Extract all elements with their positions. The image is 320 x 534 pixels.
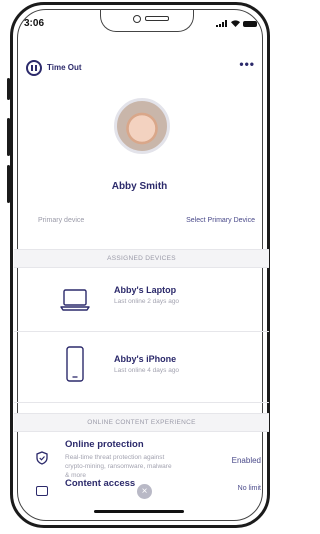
signal-icon <box>216 20 228 27</box>
status-time: 3:06 <box>24 18 45 29</box>
time-out-button[interactable]: Time Out <box>47 63 82 72</box>
status-icons <box>216 20 257 27</box>
primary-device-row: Primary device Select Primary Device <box>38 217 255 224</box>
shield-icon <box>36 451 48 465</box>
avatar <box>114 98 170 154</box>
online-protection-title: Online protection <box>65 439 144 450</box>
device-row-iphone[interactable]: Abby's iPhone Last online 4 days ago <box>14 332 269 403</box>
content-icon <box>36 486 48 496</box>
home-indicator[interactable] <box>94 510 184 513</box>
profile-name: Abby Smith <box>111 181 168 192</box>
top-bar: Time Out ••• <box>26 57 255 80</box>
device-name: Abby's Laptop <box>114 285 177 295</box>
pause-icon[interactable] <box>26 60 42 76</box>
more-menu-button[interactable]: ••• <box>239 57 255 71</box>
assigned-devices-heading: ASSIGNED DEVICES <box>14 249 269 268</box>
phone-icon <box>66 346 84 382</box>
device-row-laptop[interactable]: Abby's Laptop Last online 2 days ago <box>14 267 269 332</box>
device-last-online: Last online 2 days ago <box>114 298 180 305</box>
wifi-icon <box>231 20 240 27</box>
online-protection-status: Enabled <box>231 456 261 465</box>
camera-icon <box>133 15 141 23</box>
close-button[interactable]: × <box>137 484 152 499</box>
battery-icon <box>243 20 257 27</box>
laptop-icon <box>60 289 90 311</box>
speaker-icon <box>145 16 169 21</box>
content-access-title: Content access <box>65 478 136 489</box>
device-last-online: Last online 4 days ago <box>114 367 180 374</box>
online-content-heading: ONLINE CONTENT EXPERIENCE <box>14 413 269 432</box>
notch <box>100 10 194 32</box>
content-access-status: No limit <box>237 485 261 492</box>
select-primary-device-link[interactable]: Select Primary Device <box>186 217 255 224</box>
primary-device-label: Primary device <box>38 217 85 224</box>
device-name: Abby's iPhone <box>114 354 177 364</box>
